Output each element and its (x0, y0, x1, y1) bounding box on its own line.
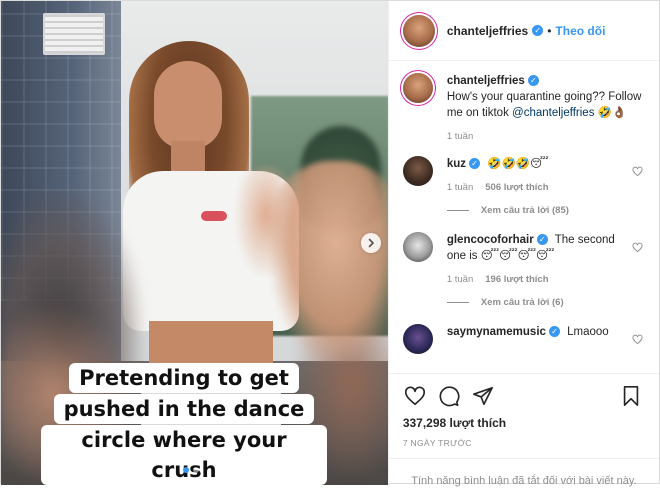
author-avatar[interactable] (402, 14, 435, 47)
verified-badge-icon: ✓ (469, 158, 480, 170)
post-date[interactable]: 7 ngày trước (403, 438, 643, 448)
view-replies-label: Xem câu trả lời (6) (480, 297, 564, 308)
comments-disabled-note: Tính năng bình luận đã tắt đối với bài v… (388, 458, 659, 503)
carousel-dot (183, 467, 189, 473)
post-side-panel: chanteljeffries ✓ • Theo dõi chanteljeff… (387, 1, 659, 487)
comments-list[interactable]: chanteljeffries ✓ How's your quarantine g… (389, 61, 659, 373)
comment-item: saymynamemusic ✓ Lmaooo (402, 324, 643, 354)
caption-mention[interactable]: @chanteljeffries (512, 107, 594, 119)
action-bar (403, 382, 643, 410)
post-header: chanteljeffries ✓ • Theo dõi (388, 1, 659, 61)
heart-icon (632, 166, 643, 177)
post-caption: chanteljeffries ✓ How's your quarantine g… (402, 73, 643, 142)
comment-button[interactable] (437, 384, 461, 408)
comment-item: glencocoforhair ✓ The second one is 😴😴😴😴 … (402, 232, 643, 285)
share-icon (472, 386, 493, 406)
heart-icon (632, 334, 643, 345)
video-caption-line: circle where your crush (41, 425, 327, 485)
caption-time[interactable]: 1 tuần (447, 131, 473, 142)
post-actions: 337,298 lượt thích 7 ngày trước Tính năn… (388, 373, 659, 487)
share-button[interactable] (471, 384, 495, 408)
bookmark-icon (623, 386, 639, 406)
comment-likes[interactable]: 506 lượt thích (485, 182, 548, 193)
like-button[interactable] (403, 384, 427, 408)
comment-like-button[interactable] (632, 334, 643, 348)
air-vent (43, 13, 105, 55)
caption-username[interactable]: chanteljeffries (447, 75, 525, 87)
view-replies-button[interactable]: Xem câu trả lời (85) (446, 205, 643, 216)
follow-button[interactable]: Theo dõi (555, 24, 605, 38)
heart-icon (632, 242, 643, 253)
caption-emojis: 🤣👌🏾 (597, 107, 627, 119)
commenter-username[interactable]: glencocoforhair (447, 234, 534, 246)
separator: • (547, 23, 552, 38)
comment-icon (439, 386, 460, 407)
commenter-avatar[interactable] (402, 324, 433, 354)
comment-like-button[interactable] (632, 166, 643, 180)
carousel-indicator (183, 467, 199, 473)
verified-badge-icon: ✓ (532, 25, 544, 36)
comment-text: 🤣🤣🤣😴 (487, 158, 549, 170)
post-media[interactable]: Pretending to get pushed in the dance ci… (1, 1, 388, 485)
heart-icon (404, 386, 425, 406)
instagram-post: Pretending to get pushed in the dance ci… (0, 0, 660, 487)
author-username[interactable]: chanteljeffries (447, 24, 528, 38)
next-slide-button[interactable] (361, 233, 381, 253)
commenter-username[interactable]: saymynamemusic (447, 326, 546, 338)
view-replies-button[interactable]: Xem câu trả lời (6) (446, 297, 643, 308)
comment-time[interactable]: 1 tuần (447, 274, 473, 285)
commenter-avatar[interactable] (402, 232, 433, 262)
author-avatar[interactable] (402, 73, 433, 103)
video-caption-line: Pretending to get (69, 363, 299, 393)
save-button[interactable] (619, 384, 643, 408)
verified-badge-icon: ✓ (548, 326, 560, 338)
commenter-avatar[interactable] (402, 156, 433, 186)
video-caption-line: pushed in the dance (53, 394, 315, 424)
comment-item: kuz ✓ 🤣🤣🤣😴 1 tuần 506 lượt thích (402, 156, 643, 193)
verified-badge-icon: ✓ (536, 234, 548, 246)
like-count[interactable]: 337,298 lượt thích (403, 416, 643, 430)
comment-likes[interactable]: 196 lượt thích (485, 274, 548, 285)
verified-badge-icon: ✓ (527, 75, 539, 87)
carousel-dot (193, 467, 199, 473)
view-replies-label: Xem câu trả lời (85) (480, 205, 569, 216)
comment-time[interactable]: 1 tuần (447, 182, 473, 193)
comment-like-button[interactable] (632, 242, 643, 256)
chevron-right-icon (368, 238, 374, 248)
commenter-username[interactable]: kuz (447, 158, 466, 170)
comment-text: Lmaooo (567, 326, 609, 338)
